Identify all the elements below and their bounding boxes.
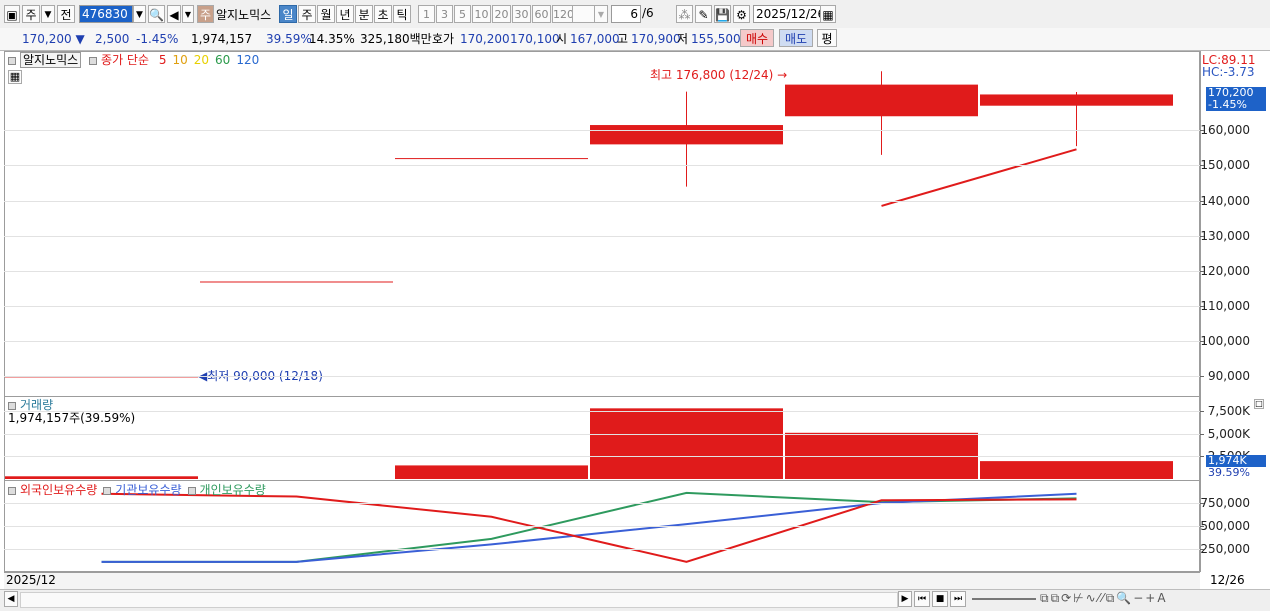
- volume-bar: [395, 465, 588, 479]
- ma-period-label[interactable]: 10: [172, 53, 187, 67]
- ma-period-label[interactable]: 5: [159, 53, 167, 67]
- legend-marker-icon: [8, 56, 16, 65]
- ma5-line: [881, 148, 1077, 207]
- holdings-line-foreign: [101, 492, 1077, 563]
- axis-tick-mark: [1200, 549, 1204, 550]
- rewind-icon[interactable]: ⏮: [914, 591, 930, 607]
- grid-line: [4, 411, 1200, 412]
- horizontal-scrollbar[interactable]: [20, 592, 898, 608]
- axis-tick-mark: [1200, 434, 1204, 435]
- grid-line: [4, 503, 1200, 504]
- date-axis: [4, 572, 1200, 589]
- candle-body: [200, 281, 393, 283]
- price-tick-label: 110,000: [1200, 299, 1250, 313]
- volume-legend: 거래량: [8, 398, 53, 412]
- axis-tick-mark: [1200, 526, 1204, 527]
- volume-value-text: 1,974,157주(39.59%): [8, 411, 136, 425]
- holdings-tick-label: 500,000: [1200, 519, 1250, 533]
- ma-period-label[interactable]: 120: [236, 53, 259, 67]
- axis-tick-mark: [1200, 341, 1204, 342]
- axis-tick-mark: [1200, 201, 1204, 202]
- axis-tick-mark: [1200, 503, 1204, 504]
- axis-tick-mark: [1200, 456, 1204, 457]
- volume-bar: [590, 408, 783, 479]
- price-tick-label: 140,000: [1200, 194, 1250, 208]
- grid-line: [4, 341, 1200, 342]
- volume-bar: [5, 476, 198, 479]
- candle-body: [785, 84, 978, 117]
- volume-bar: [980, 461, 1173, 479]
- holdings-tick-label: 250,000: [1200, 542, 1250, 556]
- grid-line: [4, 434, 1200, 435]
- chart-canvas[interactable]: [0, 0, 1270, 610]
- price-tick-label: 160,000: [1200, 123, 1250, 137]
- grid-line: [4, 130, 1200, 131]
- ma-label[interactable]: 종가 단순: [101, 53, 149, 67]
- right-arrow-icon: →: [777, 68, 788, 82]
- chart-tools-icon[interactable]: ⧉⧉⟳⊬∿⁄⁄⧉🔍−+A: [1040, 591, 1168, 606]
- volume-title[interactable]: 거래량: [20, 398, 53, 412]
- price-tick-label: 90,000: [1208, 369, 1250, 383]
- grid-line: [4, 456, 1200, 457]
- grid-line: [4, 165, 1200, 166]
- calculator-icon[interactable]: ▦: [8, 70, 22, 84]
- legend-marker-icon: [89, 56, 98, 65]
- date-start-label: 2025/12: [6, 573, 56, 587]
- holdings-line-institution: [101, 492, 1077, 563]
- axis-tick-mark: [1200, 236, 1204, 237]
- grid-line: [4, 549, 1200, 550]
- legend-marker-icon: [8, 486, 16, 495]
- volume-tick-label: 7,500K: [1207, 404, 1250, 418]
- axis-tick-mark: [1200, 306, 1204, 307]
- grid-line: [4, 306, 1200, 307]
- holdings-legend: 외국인보유수량 기관보유수량 개인보유수량: [8, 483, 266, 497]
- holdings-legend-item[interactable]: 개인보유수량: [200, 483, 266, 497]
- price-legend: 알지노믹스 종가 단순 5 10 20 60 120: [8, 52, 259, 68]
- legend-marker-icon: [103, 486, 112, 495]
- scroll-left-icon[interactable]: ◀: [4, 591, 18, 607]
- ma-period-label[interactable]: 20: [194, 53, 209, 67]
- axis-tick-mark: [1200, 165, 1204, 166]
- legend-marker-icon: [187, 486, 196, 495]
- candle-body: [590, 125, 783, 145]
- holdings-legend-item[interactable]: 외국인보유수량: [20, 483, 97, 497]
- grid-line: [4, 526, 1200, 527]
- candle-body: [980, 94, 1173, 106]
- panel-toggle-icon[interactable]: □: [1254, 399, 1264, 409]
- axis-tick-mark: [1200, 376, 1204, 377]
- fast-forward-icon[interactable]: ⏭: [950, 591, 966, 607]
- current-pct-tag: -1.45%: [1206, 99, 1266, 111]
- price-tick-label: 120,000: [1200, 264, 1250, 278]
- stop-icon[interactable]: ■: [932, 591, 948, 607]
- grid-line: [4, 201, 1200, 202]
- ma-period-list: 5 10 20 60 120: [153, 53, 259, 67]
- price-tick-label: 100,000: [1200, 334, 1250, 348]
- hc-indicator: HC:-3.73: [1202, 65, 1255, 79]
- grid-line: [4, 271, 1200, 272]
- date-end-label: 12/26: [1210, 573, 1245, 587]
- candle-body: [395, 158, 588, 160]
- grid-line: [4, 376, 1200, 377]
- ma-period-label[interactable]: 60: [215, 53, 230, 67]
- axis-tick-mark: [1200, 411, 1204, 412]
- grid-line: [4, 236, 1200, 237]
- price-tick-label: 130,000: [1200, 229, 1250, 243]
- axis-tick-mark: [1200, 271, 1204, 272]
- volume-tick-label: 5,000K: [1207, 427, 1250, 441]
- zoom-slider[interactable]: [972, 598, 1036, 600]
- volume-current-pct: 39.59%: [1208, 466, 1250, 479]
- legend-marker-icon: [8, 401, 16, 410]
- stock-tag[interactable]: 알지노믹스: [20, 52, 82, 68]
- high-annotation: 최고 176,800 (12/24) →: [650, 68, 788, 82]
- scroll-right-icon[interactable]: ▶: [898, 591, 912, 607]
- holdings-legend-item[interactable]: 기관보유수량: [115, 483, 181, 497]
- price-tick-label: 150,000: [1200, 158, 1250, 172]
- holdings-tick-label: 750,000: [1200, 496, 1250, 510]
- axis-tick-mark: [1200, 130, 1204, 131]
